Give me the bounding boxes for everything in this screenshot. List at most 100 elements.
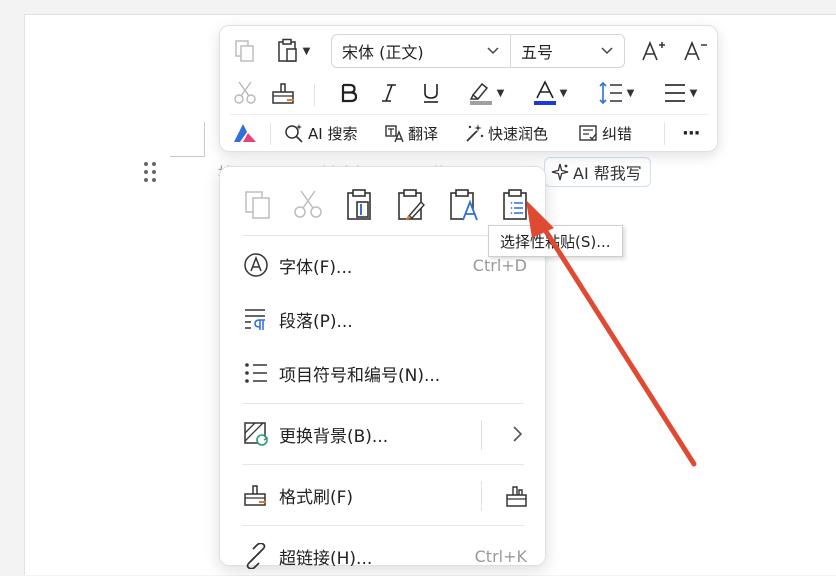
clipboard-actions-row — [240, 185, 540, 225]
align-icon — [664, 84, 685, 102]
line-spacing-icon — [599, 81, 622, 105]
chevron-down-icon: ▼ — [689, 87, 698, 99]
italic-icon — [382, 84, 396, 102]
menu-item-label: 更换背景(B)... — [279, 426, 389, 447]
menu-item-format-painter[interactable]: 格式刷(F) — [220, 475, 545, 515]
translate-button[interactable]: 翻译 — [384, 118, 438, 148]
bullet-list-icon — [242, 359, 270, 387]
scissors-icon — [294, 190, 322, 218]
paste-special-tooltip: 选择性粘贴(S)... — [488, 225, 623, 257]
copy-icon — [245, 191, 270, 219]
page-corner-mark — [170, 156, 204, 157]
chevron-down-icon — [601, 47, 613, 55]
align-button[interactable]: ▼ — [656, 78, 704, 108]
menu-divider — [242, 403, 524, 404]
font-name-select[interactable]: 宋体 (正文) — [332, 35, 511, 67]
underline-button[interactable] — [416, 78, 446, 108]
ai-search-button[interactable]: AI 搜索 — [284, 118, 357, 148]
font-size-select[interactable]: 五号 — [511, 35, 624, 67]
copy-button[interactable] — [240, 185, 276, 225]
line-spacing-button[interactable]: ▼ — [592, 78, 640, 108]
chevron-down-icon: ▼ — [559, 87, 568, 99]
magic-wand-icon — [466, 124, 484, 142]
paste-keep-format-button[interactable] — [342, 185, 378, 225]
paste-merge-format-button[interactable] — [394, 185, 430, 225]
menu-item-change-background[interactable]: 更换背景(B)... — [220, 414, 545, 454]
menu-item-hyperlink[interactable]: 超链接(H)... Ctrl+K — [220, 536, 545, 576]
paragraph-icon — [242, 305, 270, 333]
translate-icon — [385, 125, 404, 143]
font-circle-icon — [242, 251, 270, 279]
ai-write-label: AI 帮我写 — [573, 164, 642, 183]
menu-divider — [242, 235, 524, 236]
chevron-right-icon[interactable] — [503, 420, 531, 448]
wps-ai-logo-icon — [234, 124, 256, 142]
menu-item-label: 超链接(H)... — [279, 548, 373, 569]
clipboard-brush-icon — [398, 189, 425, 221]
toolbar-divider — [664, 123, 665, 145]
drag-handle-icon[interactable] — [143, 160, 157, 184]
correct-button[interactable]: 纠错 — [578, 118, 632, 148]
font-name-value: 宋体 (正文) — [342, 43, 424, 62]
font-color-icon — [533, 80, 556, 105]
correct-label: 纠错 — [602, 124, 633, 143]
menu-item-paragraph[interactable]: 段落(P)... — [220, 299, 545, 339]
paste-text-only-button[interactable] — [446, 185, 482, 225]
brush-icon — [242, 481, 270, 509]
link-icon — [242, 542, 270, 570]
copy-button[interactable] — [230, 36, 260, 66]
font-shrink-icon — [684, 40, 707, 61]
menu-item-shortcut: Ctrl+D — [472, 255, 527, 275]
floating-format-toolbar: ▼ 宋体 (正文) 五号 ▼ ▼ ▼ ▼ AI 搜索 翻译 快速润色 纠错 ··… — [219, 25, 718, 152]
paste-dropdown-button[interactable]: ▼ — [270, 36, 316, 66]
cut-button[interactable] — [230, 78, 260, 108]
menu-item-divider — [481, 420, 482, 450]
ai-write-button[interactable]: AI 帮我写 — [544, 157, 651, 187]
font-size-value: 五号 — [521, 43, 554, 62]
font-grow-icon — [642, 40, 665, 61]
quick-polish-label: 快速润色 — [488, 124, 549, 143]
menu-divider — [242, 525, 524, 526]
paste-special-button[interactable] — [498, 185, 534, 225]
ai-search-icon — [285, 124, 303, 143]
ai-search-label: AI 搜索 — [308, 124, 358, 143]
wps-ai-button[interactable] — [232, 118, 258, 148]
page-corner-mark — [204, 122, 205, 157]
menu-item-label: 字体(F)... — [279, 257, 353, 278]
font-selector-group: 宋体 (正文) 五号 — [331, 34, 625, 68]
menu-item-shortcut: Ctrl+K — [474, 546, 527, 566]
increase-font-size-button[interactable] — [638, 36, 668, 66]
copy-icon — [235, 40, 254, 62]
font-color-button[interactable]: ▼ — [526, 78, 574, 108]
more-options-button[interactable]: ··· — [682, 118, 700, 148]
brush-icon — [272, 83, 294, 104]
sparkle-icon — [551, 163, 569, 181]
menu-item-bullets-numbering[interactable]: 项目符号和编号(N)... — [220, 353, 545, 393]
format-painter-button[interactable] — [268, 78, 300, 108]
clipboard-icon — [347, 189, 371, 220]
highlight-color-button[interactable]: ▼ — [462, 78, 510, 108]
cut-button[interactable] — [290, 185, 326, 225]
menu-item-divider — [481, 481, 482, 511]
translate-label: 翻译 — [408, 124, 439, 143]
clipboard-icon — [277, 38, 297, 62]
highlighter-icon — [469, 82, 492, 105]
background-icon — [242, 420, 270, 448]
bold-button[interactable] — [334, 78, 364, 108]
menu-item-label: 格式刷(F) — [279, 487, 354, 508]
clipboard-text-icon — [450, 189, 478, 221]
chevron-down-icon: ▼ — [302, 45, 311, 57]
proofread-icon — [579, 125, 597, 141]
toolbar-divider — [314, 84, 315, 106]
quick-polish-button[interactable]: 快速润色 — [464, 118, 548, 148]
bold-icon — [341, 83, 358, 103]
format-painter-pin-icon[interactable] — [503, 481, 531, 509]
italic-button[interactable] — [374, 78, 404, 108]
chevron-down-icon: ▼ — [626, 87, 635, 99]
scissors-icon — [234, 81, 256, 104]
menu-item-label: 项目符号和编号(N)... — [279, 365, 441, 386]
toolbar-divider — [270, 123, 271, 145]
decrease-font-size-button[interactable] — [680, 36, 710, 66]
underline-icon — [424, 84, 438, 103]
clipboard-list-icon — [503, 189, 527, 220]
